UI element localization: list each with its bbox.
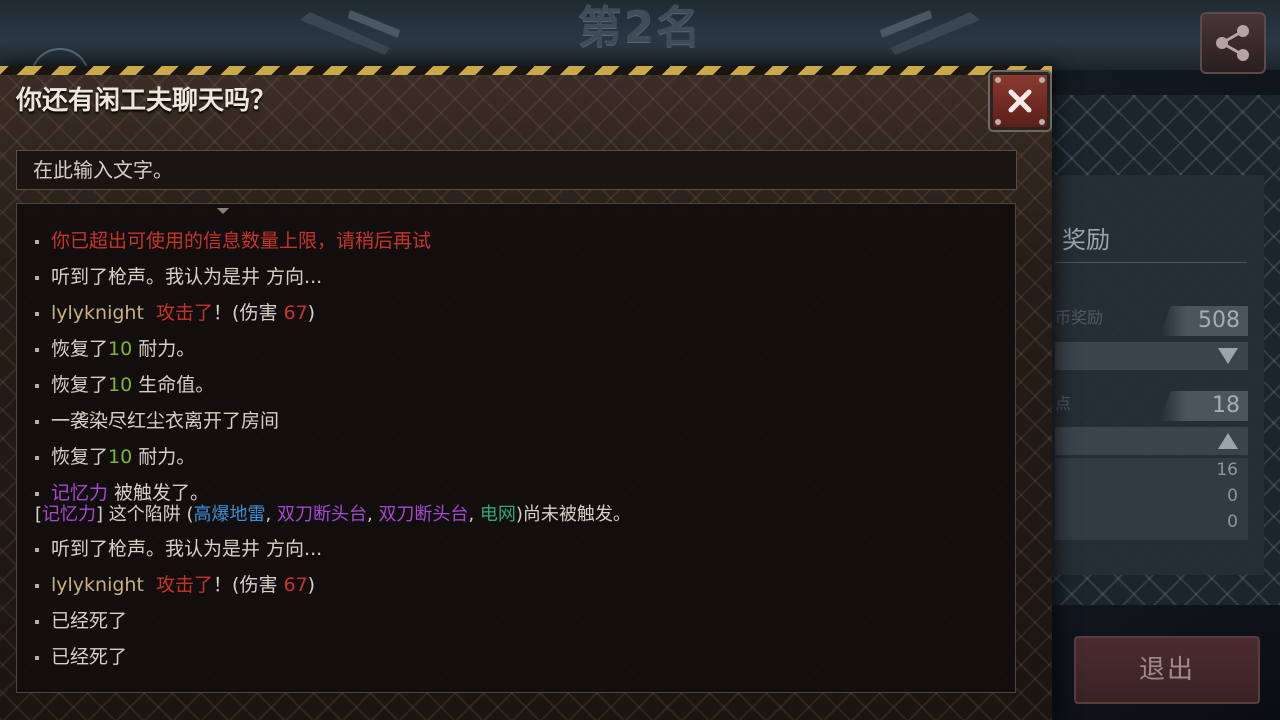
chat-modal: 你还有闲工夫聊天吗？ 你已超出可使用的信息数量上限，请稍后再试 听到了枪声。我认… (0, 66, 1052, 720)
message-text: 恢复了 (51, 374, 109, 396)
trap-name: 双刀断头台 (378, 504, 469, 525)
points-label: 点 (1055, 394, 1072, 413)
bolt-decoration (995, 77, 1001, 83)
coin-reward-expand[interactable] (1055, 342, 1248, 370)
chat-message: 已经死了 (35, 606, 995, 636)
chat-message: 听到了枪声。我认为是井 方向... (35, 262, 995, 292)
action-text: 攻击了 (156, 574, 214, 596)
player-name: lylyknight (51, 574, 144, 596)
message-text: 恢复了 (51, 446, 109, 468)
message-text: 耐力。 (132, 338, 196, 360)
number-value: 10 (108, 374, 133, 396)
chat-message: 恢复了10 耐力。 (35, 334, 995, 364)
message-text: 听到了枪声。我认为是井 方向... (51, 538, 323, 560)
number-value: 10 (108, 338, 133, 360)
rank-title: 第2名 (577, 2, 703, 53)
share-icon (1216, 25, 1249, 61)
chat-message: 你已超出可使用的信息数量上限，请稍后再试 (35, 226, 995, 256)
number-value: 10 (108, 446, 133, 468)
message-text: [ (35, 504, 43, 525)
message-text: , (366, 504, 379, 525)
message-text: , (265, 504, 277, 525)
close-button[interactable] (988, 70, 1052, 132)
bullet-icon (35, 383, 39, 388)
damage-value: 67 (283, 302, 308, 324)
trap-name: 高爆地雷 (193, 504, 266, 525)
points-breakdown: 16 0 0 (1055, 458, 1248, 540)
scroll-indicator-icon (217, 208, 229, 214)
stat-value: 0 (1227, 512, 1238, 532)
message-text: , (468, 504, 480, 525)
exit-button[interactable]: 退出 (1074, 636, 1260, 704)
chat-message: 已经死了 (35, 642, 995, 672)
bullet-icon (35, 655, 39, 660)
coin-reward-label: 币奖励 (1055, 308, 1104, 327)
share-button[interactable] (1200, 12, 1266, 74)
trap-name: 电网 (479, 504, 516, 525)
stat-value: 0 (1227, 486, 1238, 506)
chat-message: ... (35, 678, 995, 693)
damage-value: 67 (283, 574, 308, 596)
chevron-up-icon (1218, 433, 1238, 449)
close-icon (1008, 89, 1032, 113)
message-text: )尚未被触发。 (515, 504, 631, 525)
trap-name: 双刀断头台 (276, 504, 367, 525)
hazard-stripe (0, 66, 1052, 75)
chat-message: [记忆力] 这个陷阱 (高爆地雷, 双刀断头台, 双刀断头台, 电网)尚未被触发… (35, 500, 995, 530)
system-warning-text: 你已超出可使用的信息数量上限，请稍后再试 (51, 230, 432, 252)
bullet-icon (35, 239, 39, 244)
chat-message: 恢复了10 生命值。 (35, 370, 995, 400)
bullet-icon (35, 275, 39, 280)
bolt-decoration (995, 119, 1001, 125)
bullet-icon (35, 347, 39, 352)
points-collapse[interactable] (1055, 427, 1248, 455)
action-text: 攻击了 (156, 302, 214, 324)
message-text: 恢复了 (51, 338, 109, 360)
reward-header: 奖励 (1062, 226, 1110, 254)
chat-message: lylyknight 攻击了！(伤害 67) (35, 570, 995, 600)
message-text: ！(伤害 (213, 302, 284, 324)
chevron-down-icon (1218, 348, 1238, 364)
bullet-icon (35, 547, 39, 552)
chat-input[interactable] (16, 150, 1017, 190)
crossed-guns-right-icon (880, 10, 980, 55)
message-text: 已经死了 (51, 646, 128, 668)
chat-message: 听到了枪声。我认为是井 方向... (35, 534, 995, 564)
message-text: 已经死了 (51, 610, 128, 632)
bolt-decoration (1039, 119, 1045, 125)
coin-reward-value: 508 (1160, 306, 1248, 336)
message-text: 耐力。 (132, 446, 196, 468)
reward-divider (1055, 262, 1247, 263)
bullet-icon (35, 691, 39, 692)
message-text: ) (307, 574, 316, 596)
bullet-icon (35, 311, 39, 316)
chat-title: 你还有闲工夫聊天吗？ (16, 86, 277, 116)
chat-message: 恢复了10 耐力。 (35, 442, 995, 472)
chat-message: lylyknight 攻击了！(伤害 67) (35, 298, 995, 328)
message-text: 生命值。 (132, 374, 215, 396)
skill-name: 记忆力 (42, 504, 97, 525)
bolt-decoration (1039, 77, 1045, 83)
bullet-icon (35, 619, 39, 624)
player-name: lylyknight (51, 302, 144, 324)
bullet-icon (35, 419, 39, 424)
message-text: ... (51, 682, 70, 693)
bullet-icon (35, 583, 39, 588)
message-text: ] 这个陷阱 ( (96, 504, 194, 525)
bullet-icon (35, 455, 39, 460)
chat-message: 一袭染尽红尘衣离开了房间 (35, 406, 995, 436)
crossed-guns-left-icon (300, 10, 400, 55)
message-text: ！(伤害 (213, 574, 284, 596)
message-text: 一袭染尽红尘衣离开了房间 (51, 410, 280, 432)
bullet-icon (35, 491, 39, 496)
message-text: 听到了枪声。我认为是井 方向... (51, 266, 323, 288)
points-value: 18 (1160, 391, 1248, 421)
stat-value: 16 (1216, 460, 1238, 480)
message-text: ) (307, 302, 316, 324)
chat-log[interactable]: 你已超出可使用的信息数量上限，请稍后再试 听到了枪声。我认为是井 方向... l… (16, 203, 1016, 693)
